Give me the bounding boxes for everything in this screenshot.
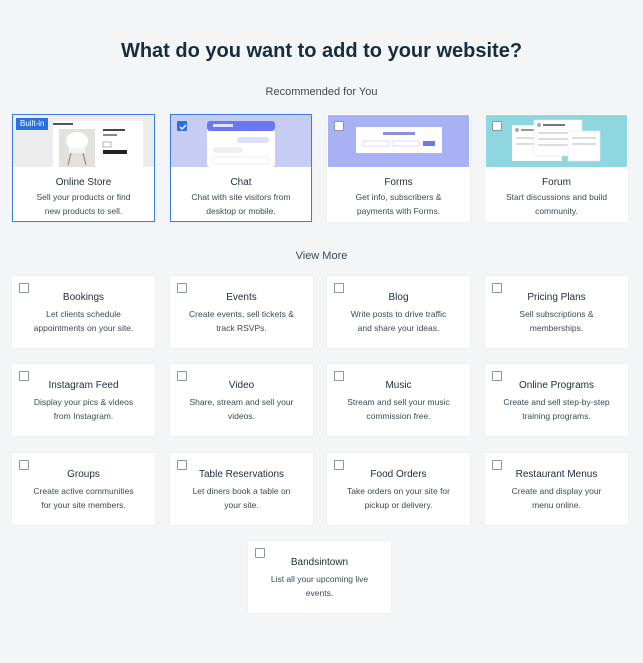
app-card-name: Forum [542, 177, 571, 188]
app-card-name: Online Store [55, 177, 112, 188]
app-card-name: Video [228, 380, 255, 391]
app-card-name: Instagram Feed [48, 380, 119, 391]
app-card-restaurant-menus[interactable]: Restaurant Menus Create and display your m… [485, 453, 628, 525]
forms-preview-image [328, 115, 469, 167]
app-card-video[interactable]: Video Share, stream and sell your videos. [170, 364, 313, 436]
app-card-online-store[interactable]: Built-in Online Store Sell your products… [12, 114, 155, 222]
app-card-description: Get info, subscribers & payments with For… [355, 192, 442, 216]
app-card-name: Blog [388, 292, 409, 303]
page-title: What do you want to add to your website? [120, 40, 523, 62]
app-card-description: Create and display your menu online. [511, 486, 602, 510]
app-card-name: Table Reservations [198, 469, 285, 480]
chat-checkbox[interactable] [177, 121, 187, 131]
app-card-events[interactable]: Events Create events, sell tickets & track… [170, 276, 313, 348]
app-card-blog[interactable]: Blog Write posts to drive traffic and shar… [327, 276, 470, 348]
app-card-description: Write posts to drive traffic and share yo… [350, 309, 447, 333]
app-card-description: Sell subscriptions & memberships. [519, 309, 594, 333]
app-card-forms[interactable]: Forms Get info, subscribers & payments wi… [327, 114, 470, 222]
app-card-description: Share, stream and sell your videos. [189, 397, 294, 421]
app-card-description: Let diners book a table on your site. [192, 486, 291, 510]
app-card-description: Create events, sell tickets & track RSVPs… [189, 309, 294, 333]
chat-preview-image [171, 115, 311, 167]
app-card-name: Bookings [62, 292, 105, 303]
app-card-bandsintown[interactable]: Bandsintown List all your upcoming live ev… [248, 541, 391, 613]
app-card-online-programs[interactable]: Online Programs Create and sell step-by-s… [485, 364, 628, 436]
app-card-name: Chat [230, 177, 252, 188]
app-card-music[interactable]: Music Stream and sell your music commissio… [327, 364, 470, 436]
app-card-description: Chat with site visitors from desktop or m… [191, 192, 291, 216]
app-card-bookings[interactable]: Bookings Let clients schedule appointments… [12, 276, 155, 348]
app-card-name: Groups [67, 469, 100, 480]
app-card-name: Bandsintown [290, 557, 349, 568]
view-more-heading: View More [295, 250, 348, 262]
app-card-pricing-plans[interactable]: Pricing Plans Sell subscriptions & members… [485, 276, 628, 348]
app-card-name: Forms [384, 177, 413, 188]
app-card-instagram-feed[interactable]: Instagram Feed Display your pics & videos… [12, 364, 155, 436]
built-in-badge: Built-in [16, 118, 49, 130]
app-card-description: Create active communities for your site m… [33, 486, 134, 510]
app-card-description: Display your pics & videos from Instagram… [33, 397, 134, 421]
app-card-name: Music [385, 380, 412, 391]
app-card-table-reservations[interactable]: Table Reservations Let diners book a tabl… [170, 453, 313, 525]
app-card-description: Start discussions and build community. [505, 192, 608, 216]
app-card-groups[interactable]: Groups Create active communities for your … [12, 453, 155, 525]
app-card-name: Events [226, 292, 257, 303]
app-card-name: Pricing Plans [527, 292, 586, 303]
app-card-name: Online Programs [518, 380, 595, 391]
app-card-name: Food Orders [370, 469, 427, 480]
app-card-forum[interactable]: Forum Start discussions and build communi… [485, 114, 628, 222]
forum-checkbox[interactable] [492, 121, 502, 131]
app-card-chat[interactable]: Chat Chat with site visitors from desktop… [170, 114, 312, 222]
app-card-food-orders[interactable]: Food Orders Take orders on your site for p… [327, 453, 470, 525]
forum-preview-image [486, 115, 627, 167]
app-card-name: Restaurant Menus [515, 469, 598, 480]
app-card-description: Stream and sell your music commission fre… [347, 397, 450, 421]
app-card-description: Create and sell step-by-step training pro… [503, 397, 610, 421]
app-card-description: Take orders on your site for pickup or de… [347, 486, 450, 510]
app-card-description: Let clients schedule appointments on your… [33, 309, 134, 333]
app-card-description: Sell your products or find new products t… [36, 192, 131, 216]
forms-checkbox[interactable] [334, 121, 344, 131]
recommended-heading: Recommended for You [265, 86, 378, 98]
app-card-description: List all your upcoming live events. [270, 574, 369, 598]
